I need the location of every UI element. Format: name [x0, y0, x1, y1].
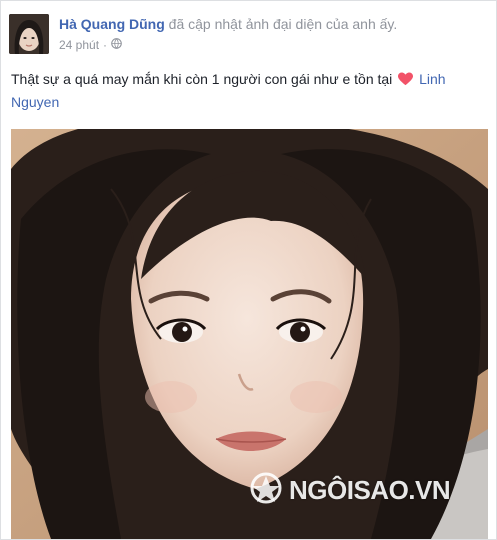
author-name-link[interactable]: Hà Quang Dũng: [59, 16, 165, 32]
post-message-text: Thật sự a quá may mắn khi còn 1 người co…: [11, 71, 397, 87]
header-line: Hà Quang Dũng đã cập nhật ảnh đại diện c…: [59, 16, 489, 32]
post-card: Hà Quang Dũng đã cập nhật ảnh đại diện c…: [0, 0, 497, 540]
post-timestamp[interactable]: 24 phút: [59, 38, 99, 52]
ngoisao-logo-icon: [249, 471, 283, 510]
avatar[interactable]: [9, 14, 49, 54]
post-timestamp-row: 24 phút ·: [59, 38, 489, 52]
separator-dot: ·: [103, 38, 108, 52]
post-meta: Hà Quang Dũng đã cập nhật ảnh đại diện c…: [59, 16, 489, 52]
heart-icon: [398, 71, 414, 92]
watermark-text: NGÔISAO.VN: [289, 475, 451, 505]
post-action-text: đã cập nhật ảnh đại diện của anh ấy.: [164, 16, 398, 32]
globe-icon[interactable]: [111, 38, 122, 52]
avatar-image: [9, 14, 49, 54]
post-message: Thật sự a quá may mắn khi còn 1 người co…: [11, 69, 481, 113]
watermark: NGÔISAO.VN: [249, 471, 451, 510]
